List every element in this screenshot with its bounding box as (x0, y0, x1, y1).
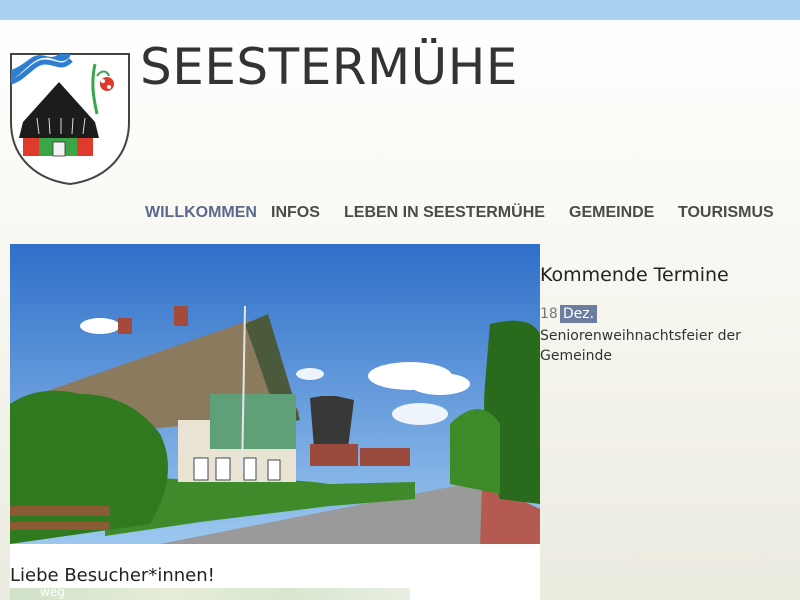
event-day: 18 (540, 306, 558, 322)
coat-of-arms-logo[interactable] (9, 52, 131, 186)
map-preview[interactable]: weg (10, 588, 410, 600)
event-date: 18 Dez. (540, 305, 598, 323)
events-heading: Kommende Termine (540, 264, 729, 286)
nav-item-tourismus[interactable]: TOURISMUS (678, 204, 774, 222)
nav-item-gemeinde[interactable]: GEMEINDE (569, 204, 654, 222)
map-street-label: weg (40, 588, 65, 599)
nav-item-leben-in-seestermuehe[interactable]: LEBEN IN SEESTERMÜHE (344, 204, 545, 222)
nav-item-infos[interactable]: INFOS (271, 204, 320, 222)
event-title-link[interactable]: Seniorenweihnachtsfeier der Gemeinde (540, 326, 790, 366)
main-navigation: WILLKOMMEN INFOS LEBEN IN SEESTERMÜHE GE… (0, 204, 800, 224)
site-title[interactable]: SEESTERMÜHE (140, 38, 518, 96)
welcome-heading: Liebe Besucher*innen! (10, 565, 215, 586)
event-month-badge: Dez. (559, 305, 598, 323)
nav-item-willkommen[interactable]: WILLKOMMEN (145, 204, 257, 222)
top-color-bar (0, 0, 800, 20)
hero-village-photo (10, 244, 540, 544)
